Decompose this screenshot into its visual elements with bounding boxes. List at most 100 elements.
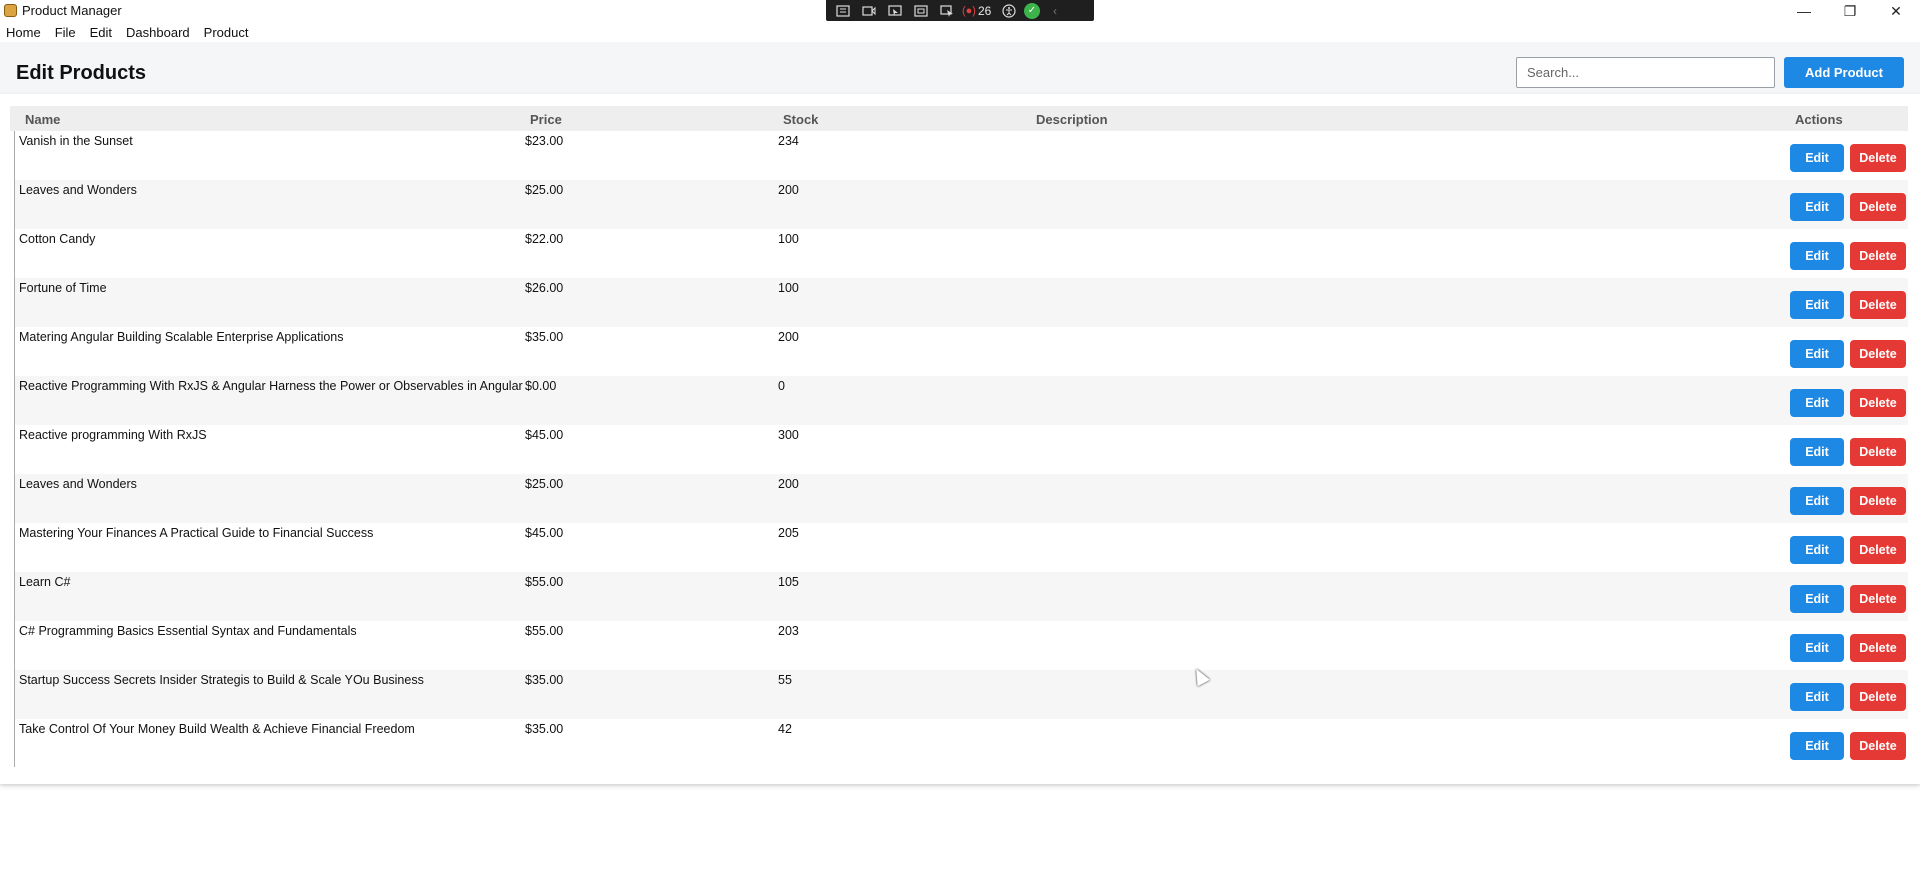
delete-button[interactable]: Delete <box>1850 144 1906 172</box>
table-row: Reactive Programming With RxJS & Angular… <box>14 376 1908 425</box>
accessibility-icon[interactable] <box>998 2 1020 19</box>
cell-price: $55.00 <box>525 575 564 589</box>
cell-price: $25.00 <box>525 183 564 197</box>
table-row: Vanish in the Sunset $23.00 234 Edit Delete <box>14 131 1908 180</box>
cell-price: $23.00 <box>525 134 564 148</box>
hot-reload-icon[interactable]: (●) 26 <box>962 4 994 18</box>
edit-button[interactable]: Edit <box>1790 585 1844 613</box>
menu-file[interactable]: File <box>55 25 76 40</box>
minimize-button[interactable]: — <box>1781 0 1827 22</box>
edit-button[interactable]: Edit <box>1790 242 1844 270</box>
cell-price: $55.00 <box>525 624 564 638</box>
cell-price: $26.00 <box>525 281 564 295</box>
debug-toolbar: (●) 26 ✓ ‹ <box>826 0 1094 21</box>
cell-name: Startup Success Secrets Insider Strategi… <box>19 673 424 687</box>
cell-stock: 300 <box>778 428 799 442</box>
collapse-icon[interactable]: ‹ <box>1044 2 1066 19</box>
main-content: Edit Products Add Product Name Price Sto… <box>0 42 1920 786</box>
cell-price: $35.00 <box>525 722 564 736</box>
menu-dashboard[interactable]: Dashboard <box>126 25 190 40</box>
delete-button[interactable]: Delete <box>1850 340 1906 368</box>
menu-edit[interactable]: Edit <box>90 25 112 40</box>
ok-icon[interactable]: ✓ <box>1024 2 1040 19</box>
edit-button[interactable]: Edit <box>1790 340 1844 368</box>
hot-reload-count: 26 <box>977 3 992 18</box>
cell-stock: 203 <box>778 624 799 638</box>
delete-button[interactable]: Delete <box>1850 438 1906 466</box>
table-row: Startup Success Secrets Insider Strategi… <box>14 670 1908 719</box>
delete-button[interactable]: Delete <box>1850 487 1906 515</box>
cell-name: Vanish in the Sunset <box>19 134 133 148</box>
edit-button[interactable]: Edit <box>1790 683 1844 711</box>
delete-button[interactable]: Delete <box>1850 242 1906 270</box>
cell-stock: 234 <box>778 134 799 148</box>
edit-button[interactable]: Edit <box>1790 634 1844 662</box>
table-row: Leaves and Wonders $25.00 200 Edit Delete <box>14 180 1908 229</box>
header-price: Price <box>530 112 562 127</box>
edit-button[interactable]: Edit <box>1790 487 1844 515</box>
cell-price: $22.00 <box>525 232 564 246</box>
edit-button[interactable]: Edit <box>1790 438 1844 466</box>
menu-home[interactable]: Home <box>6 25 41 40</box>
delete-button[interactable]: Delete <box>1850 634 1906 662</box>
table-row: Matering Angular Building Scalable Enter… <box>14 327 1908 376</box>
cell-stock: 205 <box>778 526 799 540</box>
close-button[interactable]: ✕ <box>1873 0 1919 22</box>
cell-price: $35.00 <box>525 330 564 344</box>
cell-price: $45.00 <box>525 526 564 540</box>
table-row: C# Programming Basics Essential Syntax a… <box>14 621 1908 670</box>
edit-button[interactable]: Edit <box>1790 536 1844 564</box>
products-table: Name Price Stock Description Actions Van… <box>0 94 1920 784</box>
delete-button[interactable]: Delete <box>1850 585 1906 613</box>
table-row: Reactive programming With RxJS $45.00 300 E… <box>14 425 1908 474</box>
table-row: Cotton Candy $22.00 100 Edit Delete <box>14 229 1908 278</box>
cell-name: Matering Angular Building Scalable Enter… <box>19 330 344 344</box>
cell-stock: 100 <box>778 232 799 246</box>
cell-name: Learn C# <box>19 575 71 589</box>
delete-button[interactable]: Delete <box>1850 291 1906 319</box>
add-product-button[interactable]: Add Product <box>1784 57 1904 88</box>
menu-bar: Home File Edit Dashboard Product <box>0 22 1920 42</box>
cell-name: Fortune of Time <box>19 281 107 295</box>
cell-name: Take Control Of Your Money Build Wealth … <box>19 722 415 736</box>
delete-button[interactable]: Delete <box>1850 536 1906 564</box>
table-row: Mastering Your Finances A Practical Guid… <box>14 523 1908 572</box>
edit-button[interactable]: Edit <box>1790 193 1844 221</box>
edit-button[interactable]: Edit <box>1790 291 1844 319</box>
cell-name: Mastering Your Finances A Practical Guid… <box>19 526 374 540</box>
cell-price: $25.00 <box>525 477 564 491</box>
edit-button[interactable]: Edit <box>1790 144 1844 172</box>
table-row: Fortune of Time $26.00 100 Edit Delete <box>14 278 1908 327</box>
edit-button[interactable]: Edit <box>1790 389 1844 417</box>
cell-name: Reactive Programming With RxJS & Angular… <box>19 379 523 393</box>
record-icon[interactable] <box>858 2 880 19</box>
table-body: Vanish in the Sunset $23.00 234 Edit Delete L… <box>14 131 1908 768</box>
track-focus-icon[interactable] <box>936 2 958 19</box>
cell-name: Leaves and Wonders <box>19 477 137 491</box>
live-tree-icon[interactable] <box>832 2 854 19</box>
delete-button[interactable]: Delete <box>1850 732 1906 760</box>
edit-button[interactable]: Edit <box>1790 732 1844 760</box>
delete-button[interactable]: Delete <box>1850 683 1906 711</box>
cell-price: $45.00 <box>525 428 564 442</box>
app-icon <box>4 4 17 17</box>
cell-price: $0.00 <box>525 379 557 393</box>
search-input[interactable] <box>1516 57 1775 88</box>
table-left-border <box>14 131 15 767</box>
bounds-icon[interactable] <box>910 2 932 19</box>
restore-button[interactable]: ❐ <box>1827 0 1873 22</box>
cell-name: Reactive programming With RxJS <box>19 428 207 442</box>
table-row: Take Control Of Your Money Build Wealth … <box>14 719 1908 768</box>
select-icon[interactable] <box>884 2 906 19</box>
delete-button[interactable]: Delete <box>1850 389 1906 417</box>
cell-price: $35.00 <box>525 673 564 687</box>
delete-button[interactable]: Delete <box>1850 193 1906 221</box>
cell-stock: 0 <box>778 379 785 393</box>
table-row: Learn C# $55.00 105 Edit Delete <box>14 572 1908 621</box>
cell-stock: 200 <box>778 330 799 344</box>
menu-product[interactable]: Product <box>204 25 249 40</box>
header-description: Description <box>1036 112 1108 127</box>
cell-stock: 42 <box>778 722 792 736</box>
cell-stock: 200 <box>778 477 799 491</box>
cell-name: C# Programming Basics Essential Syntax a… <box>19 624 357 638</box>
